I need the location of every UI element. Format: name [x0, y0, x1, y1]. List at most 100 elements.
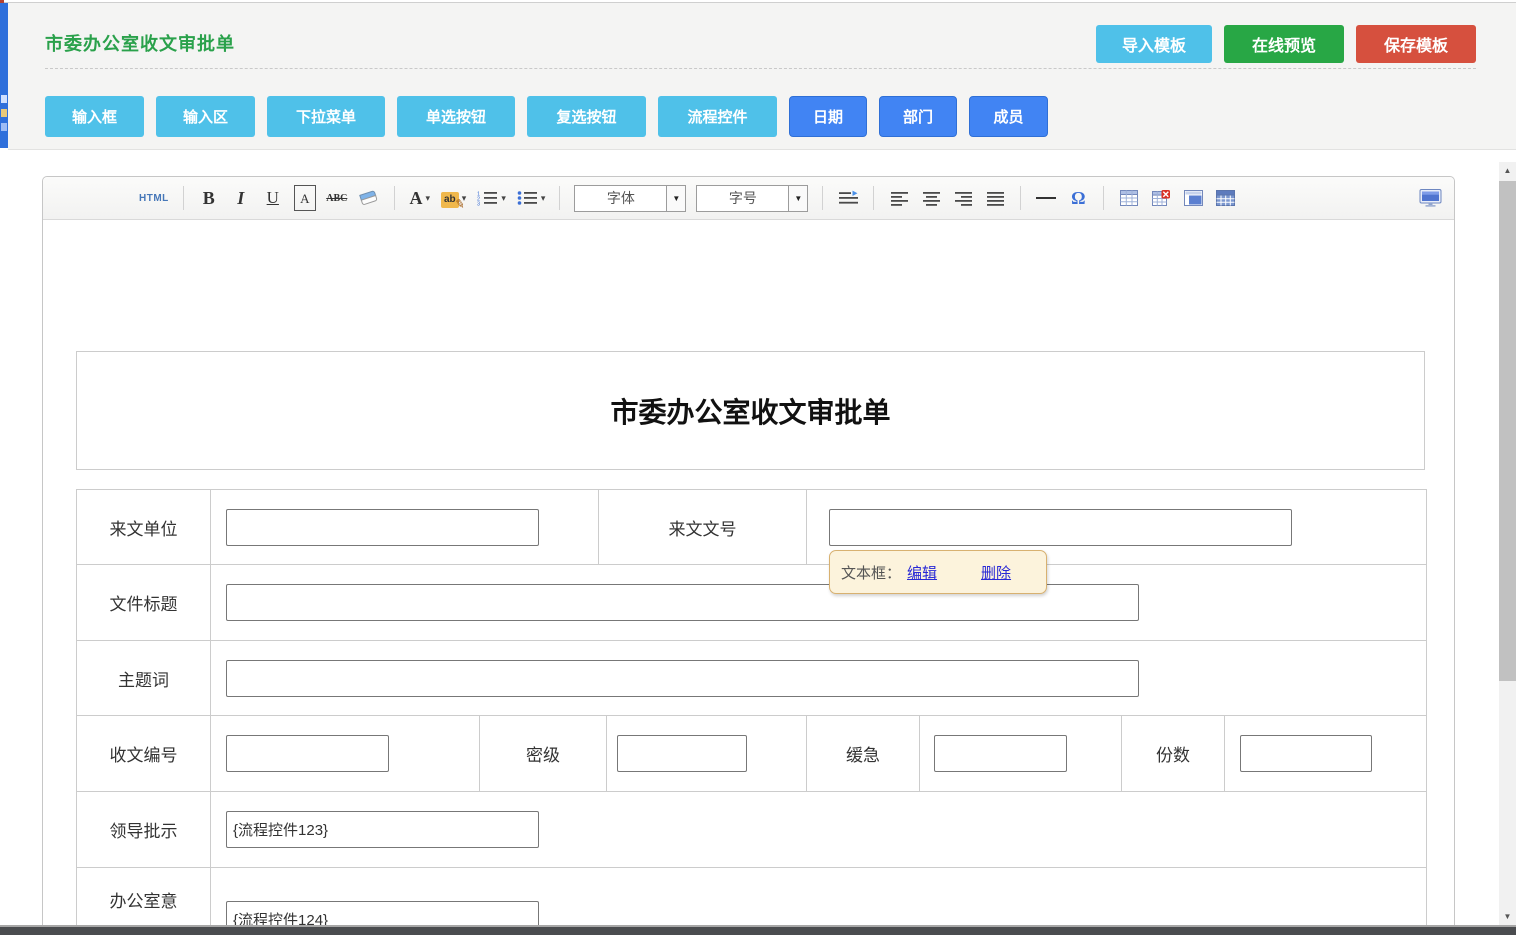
widget-flow-control-button[interactable]: 流程控件: [658, 96, 777, 137]
caret-down-icon: ▼: [788, 186, 807, 211]
table-row: 文件标题: [77, 565, 1426, 641]
header-divider: [45, 68, 1476, 69]
copies-input[interactable]: [1240, 735, 1372, 772]
incoming-doc-number-input[interactable]: [829, 509, 1292, 546]
toolbar-separator: [559, 186, 560, 210]
align-right-button[interactable]: [952, 185, 974, 211]
toolbar-separator: [822, 186, 823, 210]
urgency-label: 缓急: [807, 716, 920, 791]
widget-dropdown-button[interactable]: 下拉菜单: [267, 96, 385, 137]
table-cell: [211, 490, 599, 564]
insert-table-button[interactable]: [1118, 185, 1140, 211]
scroll-up-arrow-icon[interactable]: ▲: [1499, 162, 1516, 179]
strikethrough-button[interactable]: ABC: [326, 185, 348, 211]
form-title-box: 市委办公室收文审批单: [76, 351, 1425, 470]
save-template-button[interactable]: 保存模板: [1356, 25, 1476, 63]
scroll-down-arrow-icon[interactable]: ▼: [1499, 908, 1516, 925]
vertical-scrollbar[interactable]: ▲ ▼: [1499, 162, 1516, 925]
ordered-list-button[interactable]: 1 2 3 ▾: [476, 185, 506, 211]
delete-table-button[interactable]: [1150, 185, 1172, 211]
table-cells-icon: [1216, 190, 1235, 206]
table-row: 来文单位 来文文号: [77, 490, 1426, 565]
security-level-label: 密级: [480, 716, 607, 791]
remove-format-button[interactable]: [358, 185, 380, 211]
receipt-number-input[interactable]: [226, 735, 389, 772]
widget-department-button[interactable]: 部门: [879, 96, 957, 137]
leader-instructions-label: 领导批示: [77, 792, 211, 867]
table-cells-button[interactable]: [1214, 185, 1236, 211]
table-cell: [211, 868, 1426, 926]
html-source-button[interactable]: HTML: [139, 185, 169, 211]
page-title: 市委办公室收文审批单: [45, 30, 235, 56]
rich-text-editor: HTML B I U A ABC A ▾ ab ✎ ▾: [42, 176, 1455, 935]
widget-input-box-button[interactable]: 输入框: [45, 96, 144, 137]
monitor-icon: [1419, 189, 1442, 207]
underline-button[interactable]: U: [262, 185, 284, 211]
table-row: 主题词: [77, 641, 1426, 716]
security-level-input[interactable]: [617, 735, 747, 772]
widget-textarea-button[interactable]: 输入区: [156, 96, 255, 137]
strip-mark: [1, 123, 7, 131]
table-properties-button[interactable]: [1182, 185, 1204, 211]
incoming-unit-input[interactable]: [226, 509, 539, 546]
fullscreen-button[interactable]: [1419, 185, 1442, 211]
edit-link[interactable]: 编辑: [907, 562, 937, 583]
caret-down-icon: ▾: [501, 193, 506, 204]
highlight-color-button[interactable]: ab ✎ ▾: [441, 185, 467, 211]
urgency-input[interactable]: [934, 735, 1067, 772]
align-left-button[interactable]: [888, 185, 910, 211]
widget-date-button[interactable]: 日期: [789, 96, 867, 137]
indent-button[interactable]: [837, 185, 859, 211]
bottom-window-edge: [0, 925, 1516, 935]
font-color-button[interactable]: A ▾: [409, 185, 431, 211]
pencil-icon: ✎: [454, 196, 466, 212]
widget-radio-button[interactable]: 单选按钮: [397, 96, 515, 137]
table-cell: [607, 716, 807, 791]
bold-button[interactable]: B: [198, 185, 220, 211]
italic-button[interactable]: I: [230, 185, 252, 211]
horizontal-rule-button[interactable]: [1035, 185, 1057, 211]
editor-document-area[interactable]: 市委办公室收文审批单 来文单位 来文文号 文件标题: [43, 220, 1454, 926]
table-cell: [211, 792, 1426, 867]
approval-form-table: 来文单位 来文文号 文件标题 主题词: [76, 489, 1427, 926]
table-cell: [211, 641, 1426, 715]
align-center-icon: [922, 191, 941, 206]
justify-button[interactable]: [984, 185, 1006, 211]
font-family-select[interactable]: 字体 ▼: [574, 185, 686, 212]
office-opinion-label: 办公室意: [77, 868, 211, 926]
align-center-button[interactable]: [920, 185, 942, 211]
table-cell: [211, 565, 1426, 640]
unordered-list-button[interactable]: ▾: [516, 185, 546, 211]
strip-mark: [1, 95, 7, 103]
widget-member-button[interactable]: 成员: [969, 96, 1048, 137]
widget-checkbox-button[interactable]: 复选按钮: [527, 96, 646, 137]
font-style-button[interactable]: A: [294, 185, 316, 211]
delete-link[interactable]: 删除: [981, 562, 1011, 583]
online-preview-button[interactable]: 在线预览: [1224, 25, 1344, 63]
incoming-doc-number-label: 来文文号: [599, 490, 807, 564]
special-char-button[interactable]: Ω: [1067, 185, 1089, 211]
horizontal-rule-icon: [1036, 197, 1056, 199]
leader-instructions-input[interactable]: [226, 811, 539, 848]
tooltip-label: 文本框：: [841, 562, 901, 583]
table-cell: [211, 716, 480, 791]
editor-toolbar: HTML B I U A ABC A ▾ ab ✎ ▾: [43, 177, 1454, 220]
office-opinion-input[interactable]: [226, 901, 539, 926]
unordered-list-icon: [516, 190, 538, 206]
align-left-icon: [890, 191, 909, 206]
caret-down-icon: ▾: [541, 193, 546, 204]
font-size-select[interactable]: 字号 ▼: [696, 185, 808, 212]
textbox-context-tooltip: 文本框： 编辑 删除: [829, 550, 1047, 594]
import-template-button[interactable]: 导入模板: [1096, 25, 1212, 63]
scrollbar-thumb[interactable]: [1499, 181, 1516, 681]
table-properties-icon: [1184, 190, 1203, 206]
table-cell: [1225, 716, 1426, 791]
document-title-label: 文件标题: [77, 565, 211, 640]
form-title: 市委办公室收文审批单: [610, 391, 890, 431]
toolbar-separator: [873, 186, 874, 210]
table-row: 办公室意: [77, 868, 1426, 926]
strip-mark: [1, 109, 7, 117]
toolbar-separator: [1103, 186, 1104, 210]
subject-words-input[interactable]: [226, 660, 1139, 697]
table-cell: [920, 716, 1122, 791]
